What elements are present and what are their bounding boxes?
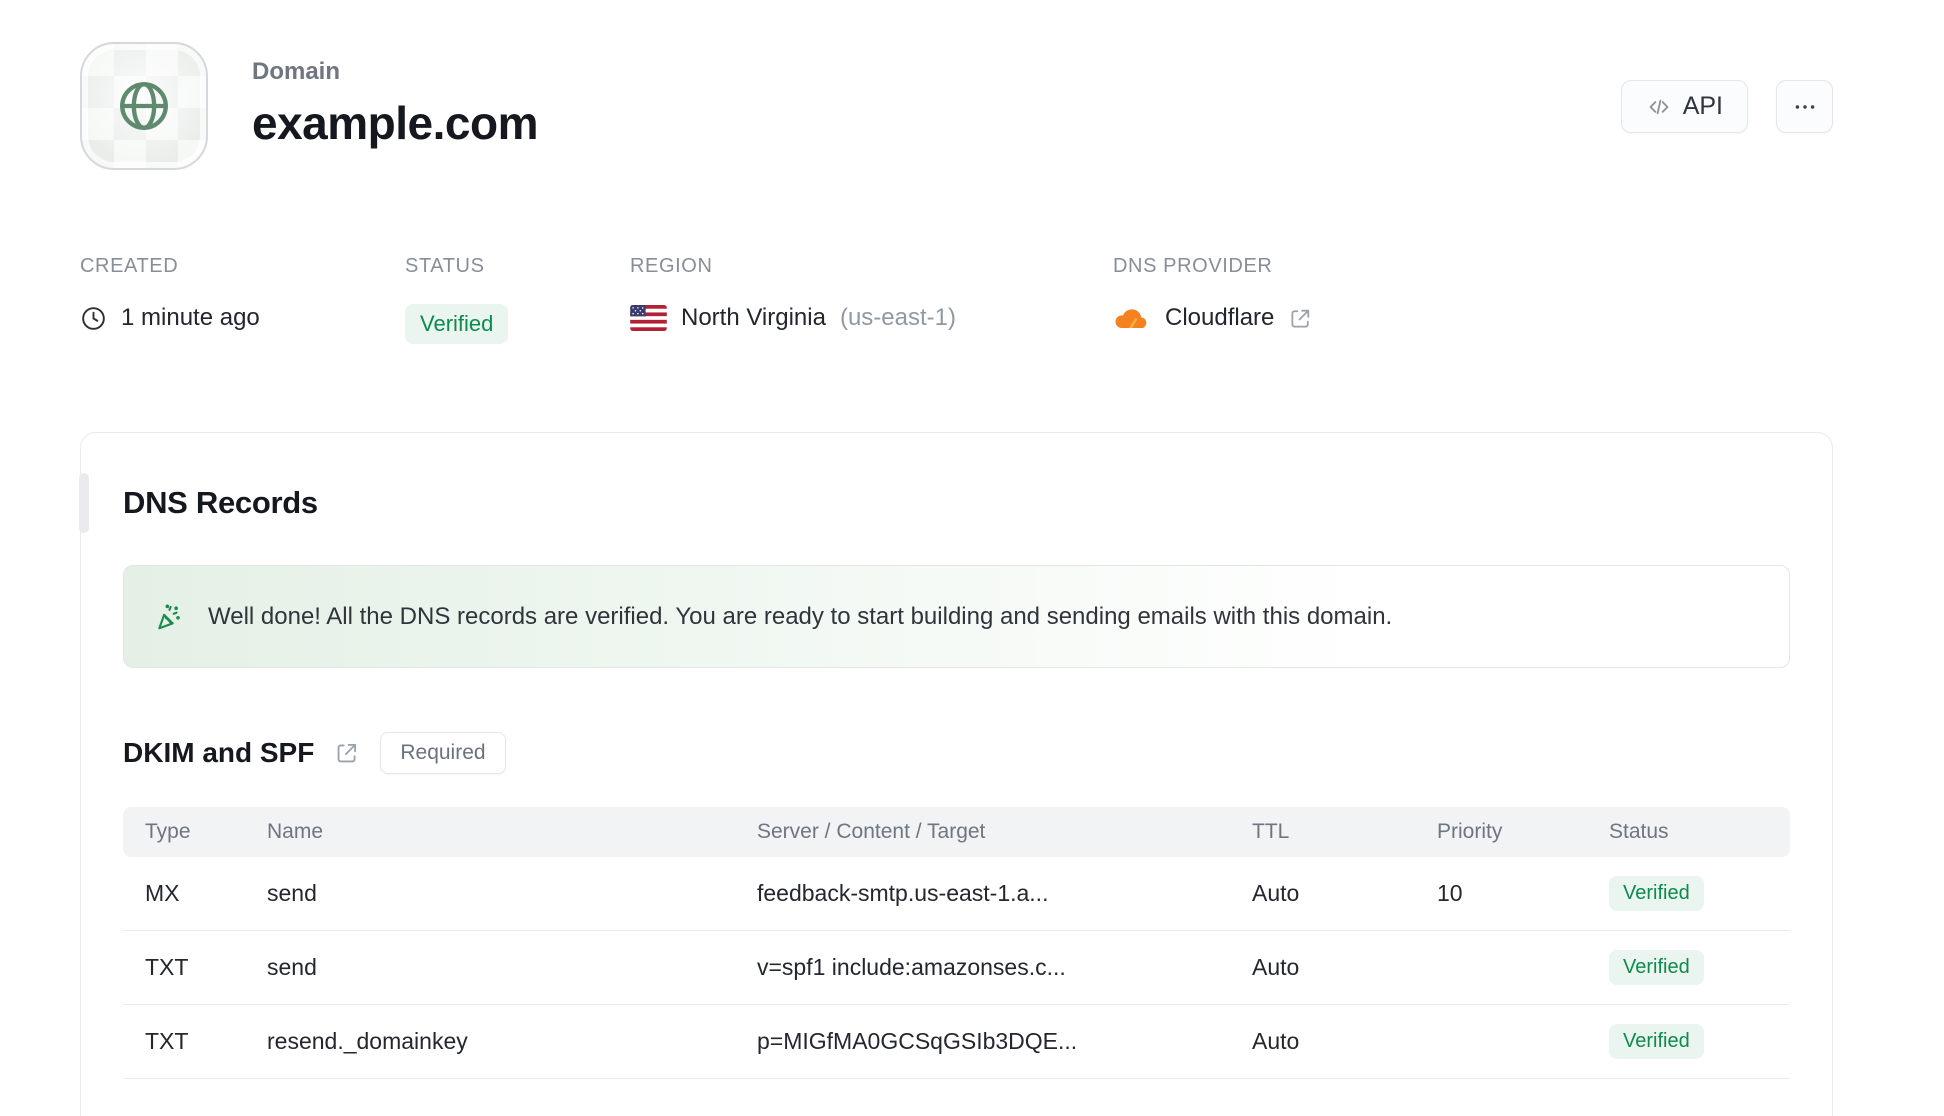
- meta-row: CREATED 1 minute ago STATUS Verified REG…: [0, 255, 1944, 344]
- header-actions: API: [1620, 80, 1833, 133]
- domain-details-page: Domain example.com API CREATED 1 minute …: [0, 0, 1944, 1116]
- code-icon: [1646, 94, 1672, 120]
- cell-name: send: [267, 880, 317, 906]
- section-indicator: [79, 473, 89, 533]
- more-options-button[interactable]: [1776, 80, 1833, 133]
- cell-priority: 10: [1437, 880, 1463, 906]
- external-link-icon[interactable]: [334, 740, 360, 766]
- col-header-name: Name: [267, 820, 324, 843]
- dkim-spf-title: DKIM and SPF: [123, 737, 315, 768]
- us-flag-icon: [630, 305, 667, 331]
- cell-server: p=MIGfMA0GCSqGSIb3DQE...: [757, 1028, 1078, 1054]
- dns-provider-label: DNS PROVIDER: [1113, 255, 1273, 277]
- col-header-server: Server / Content / Target: [757, 820, 986, 843]
- created-value: 1 minute ago: [121, 304, 260, 331]
- created-label: CREATED: [80, 255, 179, 277]
- row-status-badge: Verified: [1609, 950, 1704, 985]
- dns-records-title: DNS Records: [123, 485, 318, 520]
- status-badge: Verified: [405, 304, 509, 344]
- meta-dns-provider: DNS PROVIDER Cloudflare: [1113, 255, 1313, 344]
- ellipsis-icon: [1792, 94, 1818, 120]
- col-header-ttl: TTL: [1252, 820, 1290, 843]
- col-header-priority: Priority: [1437, 820, 1503, 843]
- cell-name: send: [267, 954, 317, 980]
- dns-records-card: DNS Records Well done! All the DNS recor…: [79, 432, 1833, 1116]
- col-header-type: Type: [145, 820, 191, 843]
- region-label: REGION: [630, 255, 713, 277]
- table-row[interactable]: TXT send v=spf1 include:amazonses.c... A…: [123, 931, 1790, 1005]
- cell-type: MX: [145, 880, 180, 906]
- dns-records-table: Type Name Server / Content / Target TTL …: [123, 807, 1790, 1079]
- globe-icon: [115, 77, 173, 135]
- col-header-status: Status: [1609, 820, 1669, 843]
- cell-type: TXT: [145, 1028, 189, 1054]
- page-header: Domain example.com API: [0, 0, 1944, 170]
- cell-ttl: Auto: [1252, 880, 1300, 906]
- api-button-label: API: [1682, 92, 1723, 120]
- cell-ttl: Auto: [1252, 1028, 1300, 1054]
- meta-status: STATUS Verified: [405, 255, 630, 344]
- cloudflare-icon: [1113, 305, 1151, 332]
- success-banner-text: Well done! All the DNS records are verif…: [208, 602, 1393, 630]
- title-block: Domain example.com: [252, 42, 538, 150]
- row-status-badge: Verified: [1609, 1024, 1704, 1059]
- domain-avatar: [80, 42, 208, 170]
- cell-server: v=spf1 include:amazonses.c...: [757, 954, 1066, 980]
- table-header-row: Type Name Server / Content / Target TTL …: [123, 807, 1790, 857]
- region-value: North Virginia: [681, 304, 826, 331]
- table-row[interactable]: TXT resend._domainkey p=MIGfMA0GCSqGSIb3…: [123, 1005, 1790, 1079]
- api-button[interactable]: API: [1620, 80, 1748, 133]
- clock-icon: [80, 305, 107, 332]
- dkim-spf-section-head: DKIM and SPF Required: [123, 732, 1790, 774]
- cell-type: TXT: [145, 954, 189, 980]
- cell-server: feedback-smtp.us-east-1.a...: [757, 880, 1049, 906]
- table-row[interactable]: MX send feedback-smtp.us-east-1.a... Aut…: [123, 857, 1790, 931]
- page-title: example.com: [252, 97, 538, 149]
- meta-created: CREATED 1 minute ago: [80, 255, 405, 344]
- required-badge: Required: [380, 732, 506, 774]
- region-code: (us-east-1): [839, 304, 956, 331]
- meta-region: REGION North Virginia (us-east-1): [630, 255, 1113, 344]
- page-kicker: Domain: [252, 58, 341, 85]
- cell-name: resend._domainkey: [267, 1028, 468, 1054]
- row-status-badge: Verified: [1609, 876, 1704, 911]
- party-popper-icon: [154, 601, 186, 633]
- status-label: STATUS: [405, 255, 485, 277]
- success-banner: Well done! All the DNS records are verif…: [123, 565, 1790, 668]
- cell-ttl: Auto: [1252, 954, 1300, 980]
- dns-provider-value: Cloudflare: [1165, 304, 1275, 331]
- external-link-icon[interactable]: [1288, 306, 1313, 331]
